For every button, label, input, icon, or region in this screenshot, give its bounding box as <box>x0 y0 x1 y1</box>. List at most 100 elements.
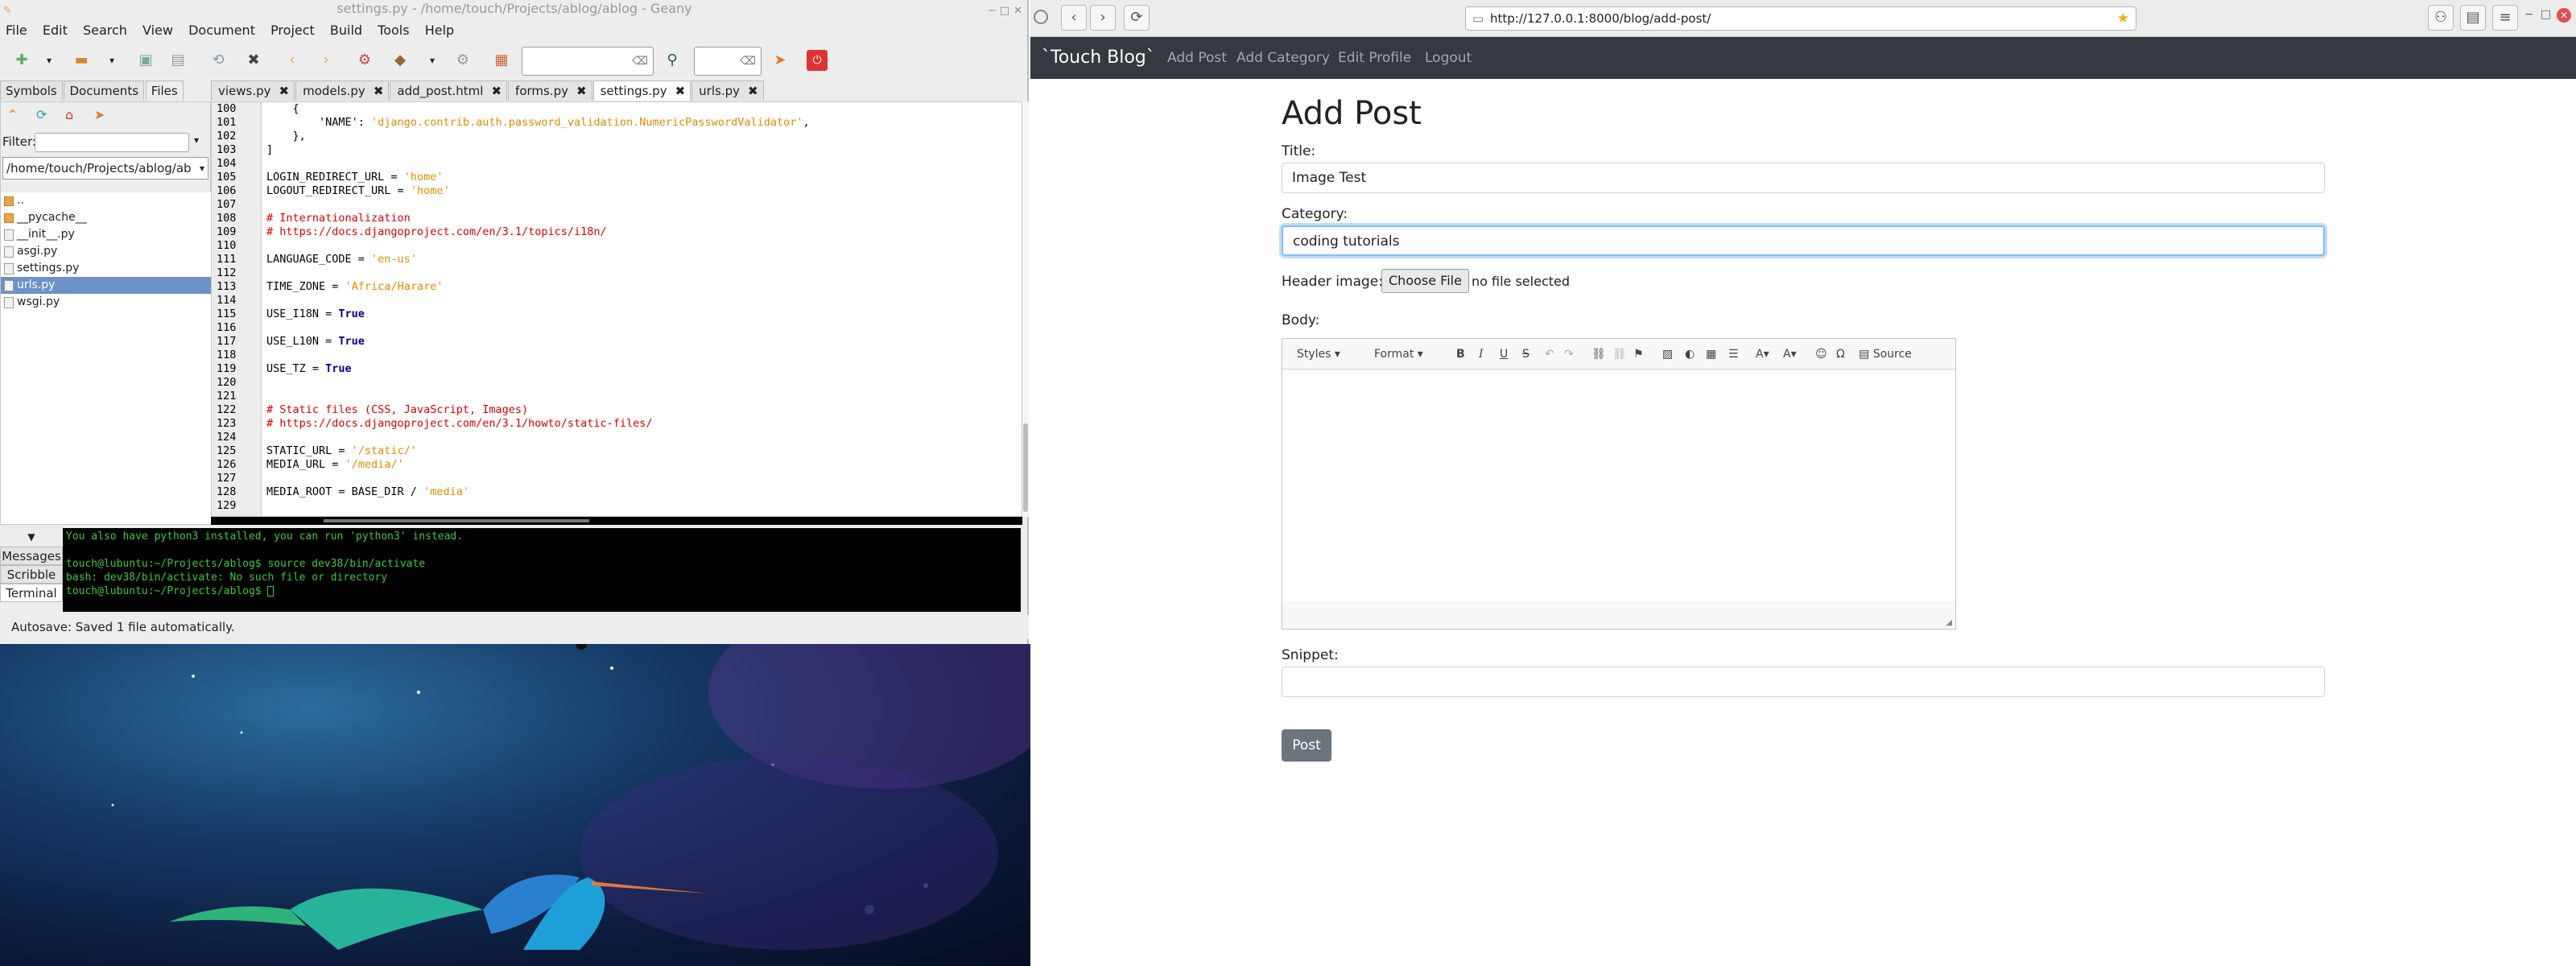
terminal[interactable]: You also have python3 installed, you can… <box>63 528 1021 612</box>
tab-terminal[interactable]: Terminal <box>0 584 63 602</box>
search-input[interactable]: ⌫ <box>522 47 654 76</box>
close-icon[interactable]: ✖ <box>576 84 587 98</box>
choose-file-button[interactable]: Choose File <box>1381 269 1469 293</box>
styles-dropdown[interactable]: Styles ▾ <box>1297 345 1361 363</box>
search-icon[interactable]: ⚲ <box>662 50 683 71</box>
tab-files[interactable]: Files <box>145 80 184 101</box>
code-editor[interactable]: 100 101 102 103 104 105 106 107 108 109 … <box>211 101 1022 517</box>
up-arrow-icon[interactable]: ⌃ <box>7 107 18 122</box>
format-dropdown[interactable]: Format ▾ <box>1374 345 1440 363</box>
close-file-icon[interactable]: ✖ <box>243 50 264 71</box>
close-icon[interactable]: ✖ <box>748 84 758 98</box>
scroll-thumb[interactable] <box>1023 423 1028 512</box>
menu-view[interactable]: View <box>137 23 179 38</box>
minimize-icon[interactable]: − <box>988 2 997 20</box>
home-icon[interactable]: ⌂ <box>65 107 73 122</box>
menu-help[interactable]: Help <box>419 23 460 38</box>
tab-settings-py[interactable]: settings.py ✖ <box>592 80 691 101</box>
reload-button[interactable]: ⟳ <box>1124 5 1150 31</box>
flash-icon[interactable]: ◐ <box>1685 345 1695 363</box>
revert-icon[interactable]: ⟲ <box>208 50 229 71</box>
menu-document[interactable]: Document <box>183 23 261 38</box>
tab-models-py[interactable]: models.py ✖ <box>295 80 390 101</box>
new-file-icon[interactable]: ✚ <box>11 50 32 71</box>
image-icon[interactable]: ▨ <box>1662 345 1673 363</box>
list-item[interactable]: wsgi.py <box>1 294 212 311</box>
tab-views-py[interactable]: views.py ✖ <box>211 80 295 101</box>
open-dropdown-icon[interactable]: ▾ <box>101 50 122 71</box>
new-dropdown-icon[interactable]: ▾ <box>39 50 60 71</box>
maximize-icon[interactable]: □ <box>1000 2 1009 20</box>
forward-button[interactable]: › <box>1090 5 1116 31</box>
close-icon[interactable]: ✖ <box>279 84 290 98</box>
redo-icon[interactable]: ↷ <box>1564 345 1574 363</box>
list-item[interactable]: __pycache__ <box>1 209 212 226</box>
build-icon[interactable]: ◆ <box>390 50 411 71</box>
horizontal-line-icon[interactable]: ☰ <box>1728 345 1739 363</box>
source-button[interactable]: ▤ Source <box>1859 345 1912 363</box>
close-icon[interactable]: ✕ <box>1013 2 1022 20</box>
tab-add-post-html[interactable]: add_post.html ✖ <box>390 80 508 101</box>
jump-icon[interactable]: ➤ <box>770 50 791 71</box>
editor-vertical-scrollbar[interactable] <box>1022 101 1029 517</box>
menu-edit[interactable]: Edit <box>37 23 73 38</box>
menu-tools[interactable]: Tools <box>372 23 415 38</box>
list-item[interactable]: urls.py <box>1 277 212 294</box>
nav-logout[interactable]: Logout <box>1425 37 1472 79</box>
category-input[interactable]: coding tutorials <box>1282 225 2325 256</box>
filter-input[interactable] <box>35 133 189 152</box>
path-dropdown-icon[interactable]: ▾ <box>200 158 204 179</box>
title-input[interactable]: Image Test <box>1282 163 2325 193</box>
close-icon[interactable]: ✖ <box>491 84 502 98</box>
list-item[interactable]: .. <box>1 192 212 209</box>
resize-handle-icon[interactable]: ◢ <box>1946 618 1952 627</box>
back-arrow-icon[interactable]: ‹ <box>282 50 303 71</box>
maximize-icon[interactable]: □ <box>2541 8 2551 21</box>
table-icon[interactable]: ▦ <box>1706 345 1716 363</box>
underline-icon[interactable]: U <box>1500 345 1508 363</box>
editor-body[interactable] <box>1282 369 1955 601</box>
save-all-icon[interactable]: ▤ <box>167 50 188 71</box>
background-color-icon[interactable]: A▾ <box>1783 345 1797 363</box>
bookmark-star-icon[interactable]: ★ <box>2117 7 2129 30</box>
build-dropdown-icon[interactable]: ▾ <box>422 50 443 71</box>
open-folder-icon[interactable]: ▬ <box>71 50 92 71</box>
back-button[interactable]: ‹ <box>1061 5 1087 31</box>
code-area[interactable]: { 'NAME': 'django.contrib.auth.password_… <box>262 102 1022 513</box>
editor-horizontal-scrollbar[interactable] <box>211 517 1022 525</box>
unlink-icon[interactable]: ⛓ <box>1612 345 1627 363</box>
hamburger-menu-icon[interactable]: ≡ <box>2492 5 2518 31</box>
collapse-icon[interactable]: ▼ <box>0 528 63 547</box>
minimize-icon[interactable]: − <box>2524 8 2534 21</box>
italic-icon[interactable]: I <box>1479 345 1484 363</box>
site-brand[interactable]: `Touch Blog` <box>1042 37 1155 79</box>
close-icon[interactable]: ✕ <box>2557 8 2571 23</box>
post-button[interactable]: Post <box>1282 729 1331 762</box>
nav-edit-profile[interactable]: Edit Profile <box>1338 37 1411 79</box>
text-color-icon[interactable]: A▾ <box>1756 345 1769 363</box>
snippet-input[interactable] <box>1282 667 2325 697</box>
refresh-icon[interactable]: ⟳ <box>36 107 47 122</box>
close-icon[interactable]: ✖ <box>675 84 686 98</box>
set-path-icon[interactable]: ➤ <box>94 107 105 122</box>
list-item[interactable]: settings.py <box>1 260 212 277</box>
library-icon[interactable]: ▤ <box>2460 5 2486 31</box>
tab-forms-py[interactable]: forms.py ✖ <box>508 80 592 101</box>
tab-documents[interactable]: Documents <box>64 80 145 101</box>
goto-line-input[interactable]: ⌫ <box>694 47 762 76</box>
save-icon[interactable]: ▣ <box>135 50 156 71</box>
path-combo[interactable]: /home/touch/Projects/ablog/ab ▾ <box>2 157 208 180</box>
menu-file[interactable]: File <box>0 23 33 38</box>
special-char-icon[interactable]: Ω <box>1836 345 1845 363</box>
list-item[interactable]: asgi.py <box>1 243 212 260</box>
private-mask-icon[interactable]: ⚇ <box>2428 5 2454 31</box>
tab-messages[interactable]: Messages <box>0 547 63 565</box>
smiley-icon[interactable]: ☺ <box>1815 345 1827 363</box>
tab-urls-py[interactable]: urls.py ✖ <box>691 80 764 101</box>
bold-icon[interactable]: B <box>1456 345 1465 363</box>
link-icon[interactable]: ⛓ <box>1591 345 1606 363</box>
page-info-icon[interactable]: ▭ <box>1472 7 1484 30</box>
color-chooser-icon[interactable]: ▦ <box>491 50 512 71</box>
nav-add-post[interactable]: Add Post <box>1167 37 1227 79</box>
menu-project[interactable]: Project <box>265 23 320 38</box>
